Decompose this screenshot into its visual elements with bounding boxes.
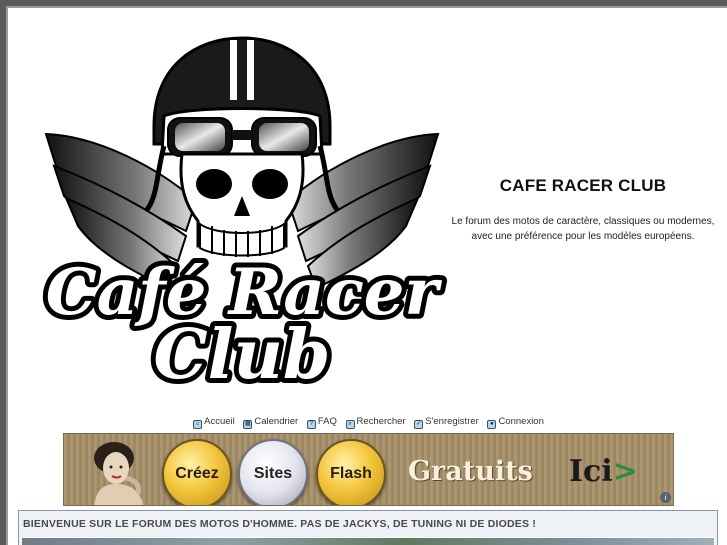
forum-page: Café Racer Club CAFE RACER CLUB Le forum…: [6, 6, 727, 545]
login-icon: ●: [487, 420, 497, 429]
banner-ici-text: Ici>: [569, 454, 638, 489]
nav-item-calendrier[interactable]: ▦ Calendrier: [243, 416, 298, 429]
pinup-illustration: [94, 442, 144, 505]
site-description: Le forum des motos de caractère, classiq…: [440, 214, 726, 244]
nav-item-label: Rechercher: [356, 416, 406, 427]
search-icon: ⌕: [345, 420, 355, 429]
logo-line2: Club: [154, 315, 331, 395]
cafe-racer-club-logo[interactable]: Café Racer Club: [36, 26, 448, 408]
faq-icon: ?: [306, 420, 316, 429]
skull: [179, 152, 305, 257]
nav-item-rechercher[interactable]: ⌕ Rechercher: [345, 416, 406, 429]
nav-item-enregistrer[interactable]: ✓ S'enregistrer: [414, 416, 479, 429]
site-description-line2: avec une préférence pour les modèles eur…: [471, 231, 695, 242]
welcome-message: BIENVENUE SUR LE FORUM DES MOTOS D'HOMME…: [23, 518, 537, 530]
nav-item-label: Accueil: [204, 416, 235, 427]
nav-item-faq[interactable]: ? FAQ: [306, 416, 337, 429]
site-title: CAFE RACER CLUB: [499, 176, 667, 195]
badge-creez: Créez: [162, 439, 232, 505]
welcome-box: BIENVENUE SUR LE FORUM DES MOTOS D'HOMME…: [18, 510, 718, 545]
ad-banner[interactable]: Créez Sites Flash Gratuits Ici> i: [63, 433, 674, 506]
nav-item-label: S'enregistrer: [425, 416, 479, 427]
logo-text: Café Racer Club: [41, 250, 448, 400]
nav-item-label: Connexion: [498, 416, 544, 427]
home-icon: ⌂: [193, 420, 203, 429]
welcome-photo-frame: [21, 537, 715, 545]
badge-flash: Flash: [316, 439, 386, 505]
banner-gratuits-text: Gratuits: [408, 456, 533, 487]
nav-item-label: FAQ: [317, 416, 337, 427]
register-icon: ✓: [414, 420, 424, 429]
info-icon[interactable]: i: [660, 492, 671, 503]
site-description-line1: Le forum des motos de caractère, classiq…: [451, 216, 715, 227]
badge-sites: Sites: [238, 439, 308, 505]
arrow-right-icon: >: [612, 454, 638, 489]
nav-item-connexion[interactable]: ● Connexion: [487, 416, 544, 429]
nav-item-label: Calendrier: [254, 416, 299, 427]
banner-ici-label: Ici: [569, 454, 613, 489]
nav-item-accueil[interactable]: ⌂ Accueil: [193, 416, 235, 429]
calendar-icon: ▦: [243, 420, 253, 429]
main-navbar: ⌂ Accueil ▦ Calendrier ? FAQ ⌕ Rechercher ✓ S…: [8, 416, 727, 429]
